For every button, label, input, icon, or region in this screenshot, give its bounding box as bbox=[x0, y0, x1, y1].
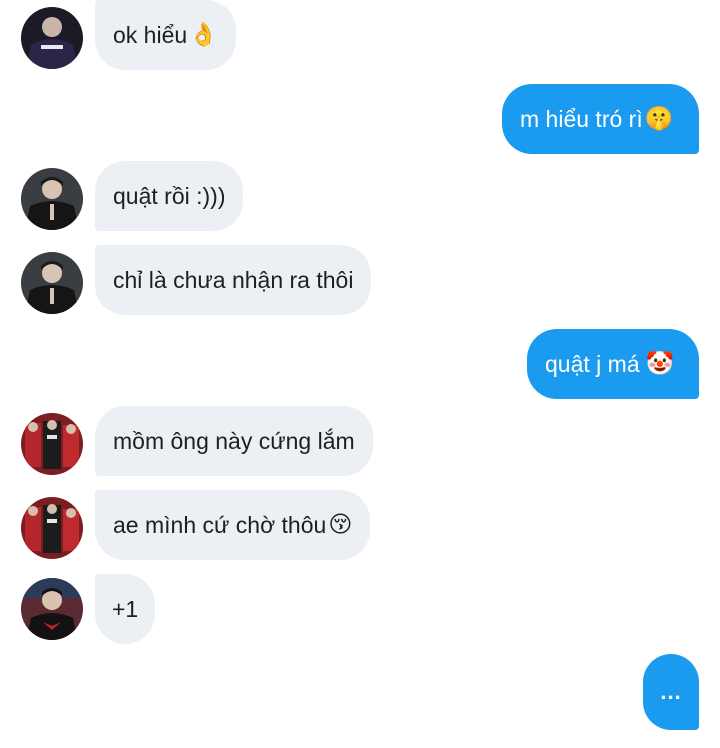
kissing-face-emoji-icon: 😚 bbox=[328, 511, 353, 538]
avatar[interactable] bbox=[21, 497, 83, 559]
typing-dots: ... bbox=[660, 679, 682, 704]
typing-indicator-bubble[interactable]: ... bbox=[643, 654, 699, 730]
avatar[interactable] bbox=[21, 252, 83, 314]
avatar[interactable] bbox=[21, 578, 83, 640]
message-text: m hiểu tró rì bbox=[520, 105, 643, 132]
message-text: chỉ là chưa nhận ra thôi bbox=[113, 266, 354, 293]
message-text: +1 bbox=[112, 595, 139, 622]
avatar[interactable] bbox=[21, 7, 83, 69]
clown-face-emoji-icon: 🤡 bbox=[645, 350, 675, 377]
message-text: quật j má bbox=[545, 350, 640, 377]
message-bubble[interactable]: +1 bbox=[95, 574, 156, 644]
message-bubble[interactable]: quật rồi :))) bbox=[95, 161, 244, 231]
ok-hand-emoji-icon: 👌 bbox=[189, 21, 218, 48]
avatar[interactable] bbox=[21, 413, 83, 475]
message-bubble[interactable]: chỉ là chưa nhận ra thôi bbox=[95, 245, 372, 315]
message-text: ok hiểu bbox=[113, 21, 188, 48]
message-text: mồm ông này cứng lắm bbox=[113, 427, 355, 454]
message-bubble[interactable]: mồm ông này cứng lắm bbox=[95, 406, 373, 476]
message-text: quật rồi :))) bbox=[113, 182, 226, 209]
message-bubble[interactable]: ok hiểu 👌 bbox=[95, 0, 236, 70]
message-bubble[interactable]: m hiểu tró rì 🤫 bbox=[502, 84, 699, 154]
avatar[interactable] bbox=[21, 168, 83, 230]
message-bubble[interactable]: ae mình cứ chờ thôu 😚 bbox=[95, 490, 371, 560]
shushing-face-emoji-icon: 🤫 bbox=[644, 105, 674, 132]
message-bubble[interactable]: quật j má 🤡 bbox=[527, 329, 699, 399]
message-text: ae mình cứ chờ thôu bbox=[113, 511, 327, 538]
